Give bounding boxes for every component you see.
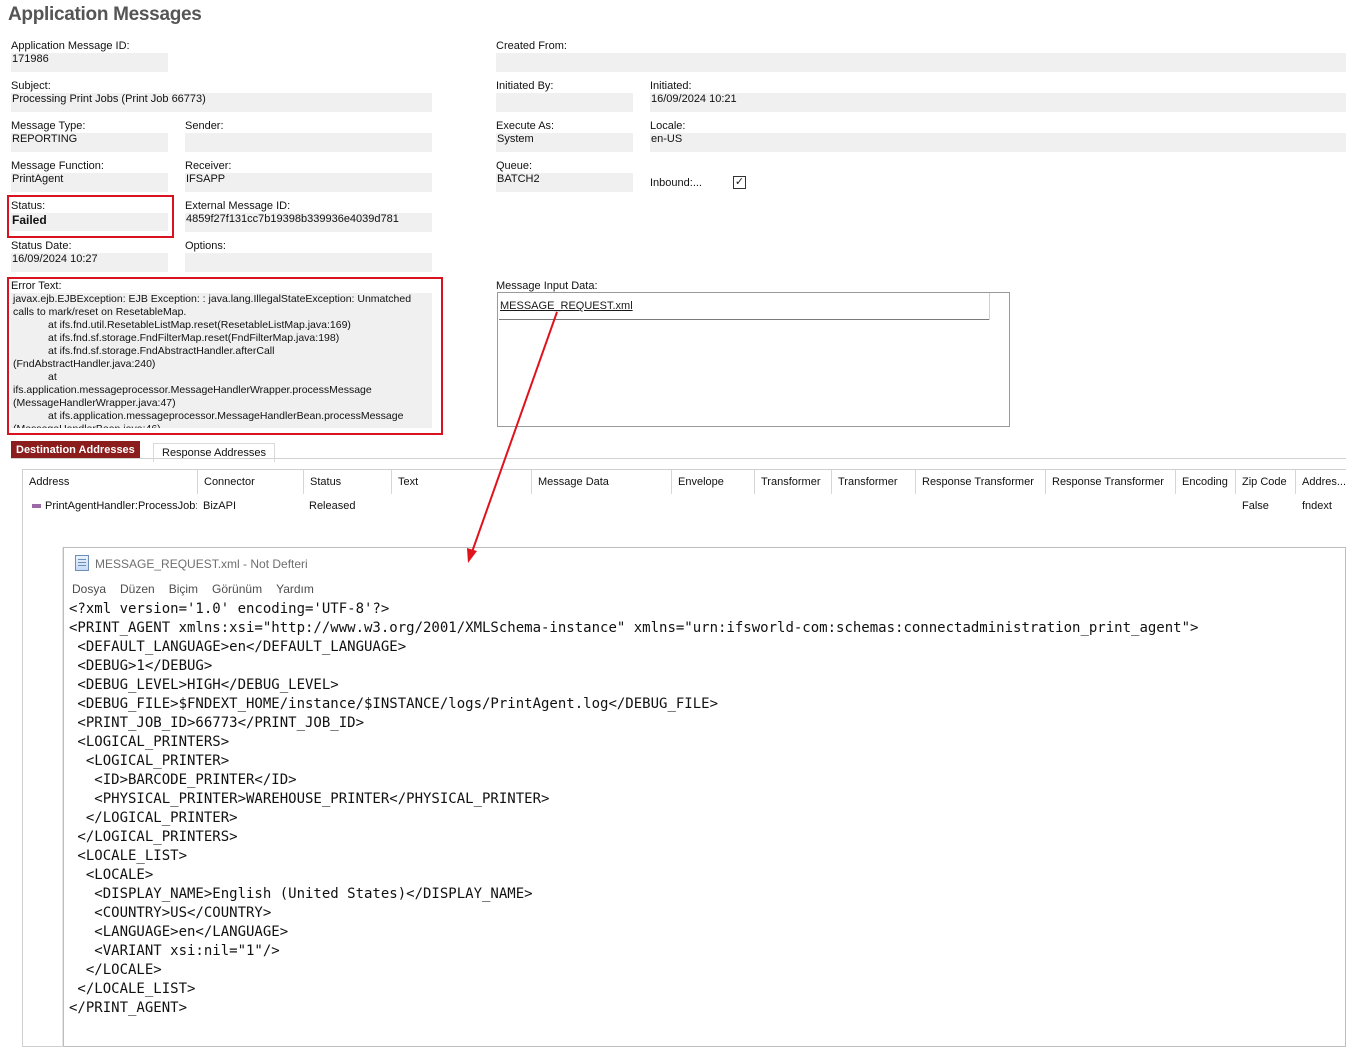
message-type-label: Message Type:: [11, 120, 86, 132]
notepad-title-bar[interactable]: MESSAGE_REQUEST.xml - Not Defteri: [64, 548, 1346, 576]
column-header-zip-code[interactable]: Zip Code: [1235, 470, 1295, 494]
column-header-encoding[interactable]: Encoding: [1175, 470, 1235, 494]
initiated-by-label: Initiated By:: [496, 80, 554, 92]
column-header-response-transformer-2[interactable]: Response Transformer: [1045, 470, 1175, 494]
menu-help[interactable]: Yardım: [276, 582, 314, 596]
table-row[interactable]: PrintAgentHandler:ProcessJob: BizAPI Rel…: [23, 498, 1346, 518]
notepad-menu-bar: Dosya Düzen Biçim Görünüm Yardım: [72, 582, 328, 596]
subject-label: Subject:: [11, 80, 51, 92]
menu-view[interactable]: Görünüm: [212, 582, 262, 596]
queue-field[interactable]: BATCH2: [496, 173, 633, 192]
options-label: Options:: [185, 240, 226, 252]
column-header-address[interactable]: Address: [23, 470, 197, 494]
inbound-checkbox[interactable]: ✓: [733, 176, 746, 189]
execute-as-field[interactable]: System: [496, 133, 633, 152]
error-text-area[interactable]: javax.ejb.EJBException: EJB Exception: :…: [11, 293, 432, 428]
status-date-label: Status Date:: [11, 240, 72, 252]
sender-field[interactable]: [185, 133, 432, 152]
menu-format[interactable]: Biçim: [169, 582, 198, 596]
page-title: Application Messages: [8, 4, 202, 25]
menu-edit[interactable]: Düzen: [120, 582, 155, 596]
app-msg-id-field[interactable]: 171986: [11, 53, 168, 72]
error-text-label: Error Text:: [11, 280, 62, 292]
receiver-label: Receiver:: [185, 160, 232, 172]
created-from-field[interactable]: [496, 53, 1346, 72]
options-field[interactable]: [185, 253, 432, 272]
initiated-label: Initiated:: [650, 80, 692, 92]
notepad-window: MESSAGE_REQUEST.xml - Not Defteri Dosya …: [63, 547, 1346, 1047]
locale-label: Locale:: [650, 120, 686, 132]
row-marker-icon: [32, 504, 41, 508]
notepad-title: MESSAGE_REQUEST.xml - Not Defteri: [95, 557, 308, 571]
column-header-status[interactable]: Status: [303, 470, 391, 494]
external-msg-id-label: External Message ID:: [185, 200, 291, 212]
tab-destination-addresses[interactable]: Destination Addresses: [11, 441, 140, 459]
tab-response-addresses[interactable]: Response Addresses: [153, 443, 275, 462]
inbound-label: Inbound:...: [650, 177, 702, 189]
status-date-field[interactable]: 16/09/2024 10:27: [11, 253, 168, 272]
notepad-icon: [75, 555, 89, 571]
initiated-by-field[interactable]: [496, 93, 633, 112]
initiated-field[interactable]: 16/09/2024 10:21: [650, 93, 1346, 112]
column-header-response-transformer[interactable]: Response Transformer: [915, 470, 1045, 494]
column-header-connector[interactable]: Connector: [197, 470, 303, 494]
checkbox-check-icon: ✓: [734, 176, 745, 188]
cell-connector: BizAPI: [203, 500, 237, 512]
cell-address: PrintAgentHandler:ProcessJob:: [45, 500, 197, 512]
app-msg-id-label: Application Message ID:: [11, 40, 130, 52]
grid-header-row: Address Connector Status Text Message Da…: [23, 470, 1346, 498]
message-type-field[interactable]: REPORTING: [11, 133, 168, 152]
message-function-field[interactable]: PrintAgent: [11, 173, 168, 192]
notepad-text-area[interactable]: <?xml version='1.0' encoding='UTF-8'?> <…: [69, 600, 1341, 1046]
subject-field[interactable]: Processing Print Jobs (Print Job 66773): [11, 93, 432, 112]
column-header-text[interactable]: Text: [391, 470, 531, 494]
column-header-transformer[interactable]: Transformer: [754, 470, 831, 494]
menu-file[interactable]: Dosya: [72, 582, 106, 596]
locale-field[interactable]: en-US: [650, 133, 1346, 152]
column-header-address-2[interactable]: Addres...: [1295, 470, 1346, 494]
file-list-column-divider: [989, 293, 990, 320]
status-label: Status:: [11, 200, 46, 212]
column-header-transformer-2[interactable]: Transformer: [831, 470, 915, 494]
external-msg-id-field[interactable]: 4859f27f131cc7b19398b339936e4039d781: [185, 213, 432, 232]
column-header-message-data[interactable]: Message Data: [531, 470, 671, 494]
cell-zip-code: False: [1242, 500, 1269, 512]
column-header-envelope[interactable]: Envelope: [671, 470, 754, 494]
status-field[interactable]: Failed: [11, 213, 168, 231]
queue-label: Queue:: [496, 160, 533, 172]
execute-as-label: Execute As:: [496, 120, 555, 132]
created-from-label: Created From:: [496, 40, 567, 52]
cell-status: Released: [309, 500, 356, 512]
cell-address-2: fndext: [1302, 500, 1332, 512]
file-list-divider: [499, 319, 990, 320]
message-function-label: Message Function:: [11, 160, 104, 172]
receiver-field[interactable]: IFSAPP: [185, 173, 432, 192]
message-request-file-link[interactable]: MESSAGE_REQUEST.xml: [500, 300, 633, 312]
sender-label: Sender:: [185, 120, 224, 132]
tab-strip-divider: [11, 458, 1346, 459]
message-input-data-box: MESSAGE_REQUEST.xml: [497, 292, 1010, 427]
